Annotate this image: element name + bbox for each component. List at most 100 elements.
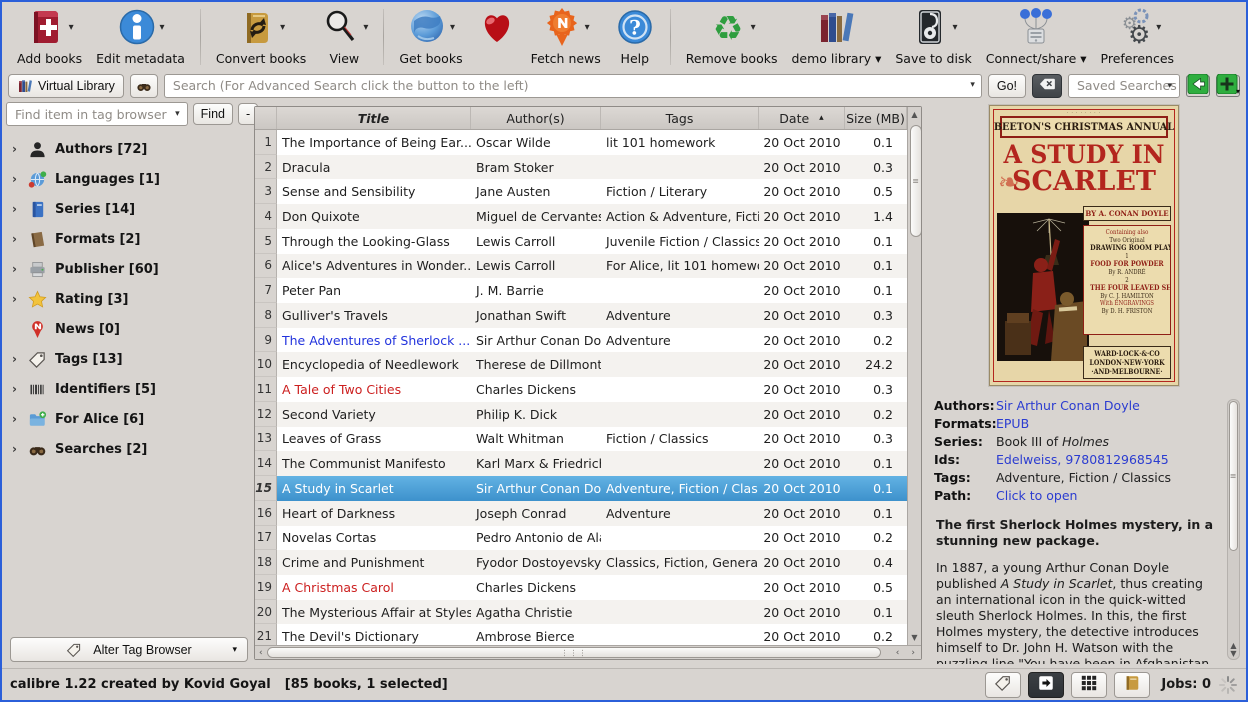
add-books-button[interactable]: ▾Add books bbox=[10, 5, 89, 69]
donate-heart-button[interactable] bbox=[470, 5, 524, 69]
toolbar-caret-icon[interactable]: ▾ bbox=[751, 22, 756, 33]
advanced-search-button[interactable] bbox=[130, 74, 158, 98]
table-row[interactable]: 17Novelas CortasPedro Antonio de Alarcón… bbox=[255, 526, 907, 551]
expand-arrow-icon[interactable]: › bbox=[12, 382, 28, 396]
scroll-up-icon[interactable]: ▲ bbox=[908, 110, 921, 119]
book-list-vertical-scrollbar[interactable]: ▲ ≡ ▼ bbox=[907, 107, 921, 645]
scroll-right-icon[interactable]: › bbox=[907, 648, 919, 658]
cell-title[interactable]: The Devil's Dictionary bbox=[277, 624, 471, 645]
cell-date[interactable]: 20 Oct 2010 bbox=[759, 526, 845, 551]
cell-title[interactable]: Second Variety bbox=[277, 402, 471, 427]
toolbar-caret-icon[interactable]: ▾ bbox=[363, 22, 368, 33]
sidebar-item-identifiers[interactable]: ›Identifiers [5] bbox=[6, 374, 252, 404]
header-size[interactable]: Size (MB) bbox=[845, 107, 907, 129]
cell-title[interactable]: Dracula bbox=[277, 155, 471, 180]
cell-size[interactable]: 0.2 bbox=[845, 402, 907, 427]
table-row[interactable]: 3Sense and SensibilityJane AustenFiction… bbox=[255, 179, 907, 204]
cell-tags[interactable] bbox=[601, 402, 759, 427]
expand-arrow-icon[interactable]: › bbox=[12, 232, 28, 246]
toolbar-caret-icon[interactable]: ▾ bbox=[160, 22, 165, 33]
sidebar-item-searches[interactable]: ›Searches [2] bbox=[6, 434, 252, 464]
cell-auth[interactable]: Ambrose Bierce bbox=[471, 624, 601, 645]
cell-size[interactable]: 0.1 bbox=[845, 476, 907, 501]
cell-date[interactable]: 20 Oct 2010 bbox=[759, 501, 845, 526]
cell-size[interactable]: 0.2 bbox=[845, 624, 907, 645]
cell-date[interactable]: 20 Oct 2010 bbox=[759, 328, 845, 353]
cell-size[interactable]: 0.5 bbox=[845, 575, 907, 600]
help-button[interactable]: ?Help bbox=[608, 5, 662, 69]
jobs-label[interactable]: Jobs: 0 bbox=[1161, 677, 1211, 692]
alter-tag-browser-button[interactable]: Alter Tag Browser ▾ bbox=[10, 637, 248, 662]
cell-auth[interactable]: Joseph Conrad bbox=[471, 501, 601, 526]
cell-size[interactable]: 0.1 bbox=[845, 130, 907, 155]
cell-tags[interactable]: Juvenile Fiction / Classics bbox=[601, 229, 759, 254]
toggle-grid-view-button[interactable] bbox=[1071, 672, 1107, 698]
cell-auth[interactable]: J. M. Barrie bbox=[471, 278, 601, 303]
cell-title[interactable]: Novelas Cortas bbox=[277, 526, 471, 551]
cell-title[interactable]: Encyclopedia of Needlework bbox=[277, 352, 471, 377]
cell-size[interactable]: 0.1 bbox=[845, 278, 907, 303]
table-row[interactable]: 9The Adventures of Sherlock ...Sir Arthu… bbox=[255, 328, 907, 353]
save-to-disk-button[interactable]: ▾Save to disk bbox=[888, 5, 978, 69]
cell-auth[interactable]: Miguel de Cervantes Saa... bbox=[471, 204, 601, 229]
cell-date[interactable]: 20 Oct 2010 bbox=[759, 427, 845, 452]
cell-date[interactable]: 20 Oct 2010 bbox=[759, 179, 845, 204]
cell-size[interactable]: 24.2 bbox=[845, 352, 907, 377]
expand-arrow-icon[interactable]: › bbox=[12, 142, 28, 156]
cell-size[interactable]: 0.5 bbox=[845, 179, 907, 204]
cell-tags[interactable]: Adventure bbox=[601, 303, 759, 328]
expand-arrow-icon[interactable]: › bbox=[12, 442, 28, 456]
preferences-button[interactable]: ⚙⚙▾Preferences bbox=[1094, 5, 1182, 69]
cell-auth[interactable]: Jonathan Swift bbox=[471, 303, 601, 328]
sidebar-item-languages[interactable]: ›Languages [1] bbox=[6, 164, 252, 194]
cell-auth[interactable]: Oscar Wilde bbox=[471, 130, 601, 155]
cell-date[interactable]: 20 Oct 2010 bbox=[759, 550, 845, 575]
cell-title[interactable]: Alice's Adventures in Wonder... bbox=[277, 254, 471, 279]
cell-tags[interactable]: Adventure, Fiction / Clas... bbox=[601, 476, 759, 501]
sidebar-item-rating[interactable]: ›Rating [3] bbox=[6, 284, 252, 314]
cell-auth[interactable]: Philip K. Dick bbox=[471, 402, 601, 427]
cell-auth[interactable]: Fyodor Dostoyevsky & G... bbox=[471, 550, 601, 575]
search-dropdown-caret-icon[interactable]: ▾ bbox=[970, 80, 975, 90]
cell-title[interactable]: A Study in Scarlet bbox=[277, 476, 471, 501]
cell-auth[interactable]: Therese de Dillmont bbox=[471, 352, 601, 377]
vertical-scroll-thumb[interactable]: ≡ bbox=[910, 125, 921, 237]
cell-size[interactable]: 0.3 bbox=[845, 377, 907, 402]
cell-date[interactable]: 20 Oct 2010 bbox=[759, 600, 845, 625]
cell-tags[interactable]: Classics, Fiction, General,... bbox=[601, 550, 759, 575]
cell-size[interactable]: 0.3 bbox=[845, 303, 907, 328]
details-scrollbar[interactable]: ≡ ▲▼ bbox=[1227, 399, 1240, 660]
expand-arrow-icon[interactable]: › bbox=[12, 412, 28, 426]
book-list-horizontal-scrollbar[interactable]: ‹ ⋮⋮⋮ ‹ › bbox=[255, 645, 921, 659]
table-row[interactable]: 5Through the Looking-GlassLewis CarrollJ… bbox=[255, 229, 907, 254]
view-button[interactable]: ▾View bbox=[313, 5, 375, 69]
table-row[interactable]: 10Encyclopedia of NeedleworkTherese de D… bbox=[255, 352, 907, 377]
cell-title[interactable]: The Importance of Being Ear... bbox=[277, 130, 471, 155]
header-authors[interactable]: Author(s) bbox=[471, 107, 601, 129]
scroll-left2-icon[interactable]: ‹ bbox=[892, 648, 904, 658]
clear-search-button[interactable] bbox=[1032, 74, 1062, 98]
save-search-button[interactable]: ▾ bbox=[1216, 75, 1240, 97]
table-row[interactable]: 8Gulliver's TravelsJonathan SwiftAdventu… bbox=[255, 303, 907, 328]
cell-size[interactable]: 0.2 bbox=[845, 328, 907, 353]
cell-date[interactable]: 20 Oct 2010 bbox=[759, 130, 845, 155]
table-row[interactable]: 21The Devil's DictionaryAmbrose Bierce20… bbox=[255, 624, 907, 645]
toolbar-caret-icon[interactable]: ▾ bbox=[280, 22, 285, 33]
table-row[interactable]: 14The Communist ManifestoKarl Marx & Fri… bbox=[255, 451, 907, 476]
cell-date[interactable]: 20 Oct 2010 bbox=[759, 377, 845, 402]
library-button[interactable]: demo library ▾ bbox=[784, 5, 888, 69]
header-date[interactable]: Date▴ bbox=[759, 107, 845, 129]
cell-tags[interactable] bbox=[601, 451, 759, 476]
table-row[interactable]: 6Alice's Adventures in Wonder...Lewis Ca… bbox=[255, 254, 907, 279]
toolbar-caret-icon[interactable]: ▾ bbox=[1156, 22, 1161, 33]
cell-title[interactable]: A Christmas Carol bbox=[277, 575, 471, 600]
cell-date[interactable]: 20 Oct 2010 bbox=[759, 155, 845, 180]
table-row[interactable]: 16Heart of DarknessJoseph ConradAdventur… bbox=[255, 501, 907, 526]
find-button[interactable]: Find bbox=[193, 103, 233, 125]
cell-auth[interactable]: Lewis Carroll bbox=[471, 254, 601, 279]
sidebar-item-for-alice[interactable]: ›For Alice [6] bbox=[6, 404, 252, 434]
table-row[interactable]: 18Crime and PunishmentFyodor Dostoyevsky… bbox=[255, 550, 907, 575]
cell-date[interactable]: 20 Oct 2010 bbox=[759, 451, 845, 476]
cell-title[interactable]: Crime and Punishment bbox=[277, 550, 471, 575]
cell-size[interactable]: 0.1 bbox=[845, 229, 907, 254]
